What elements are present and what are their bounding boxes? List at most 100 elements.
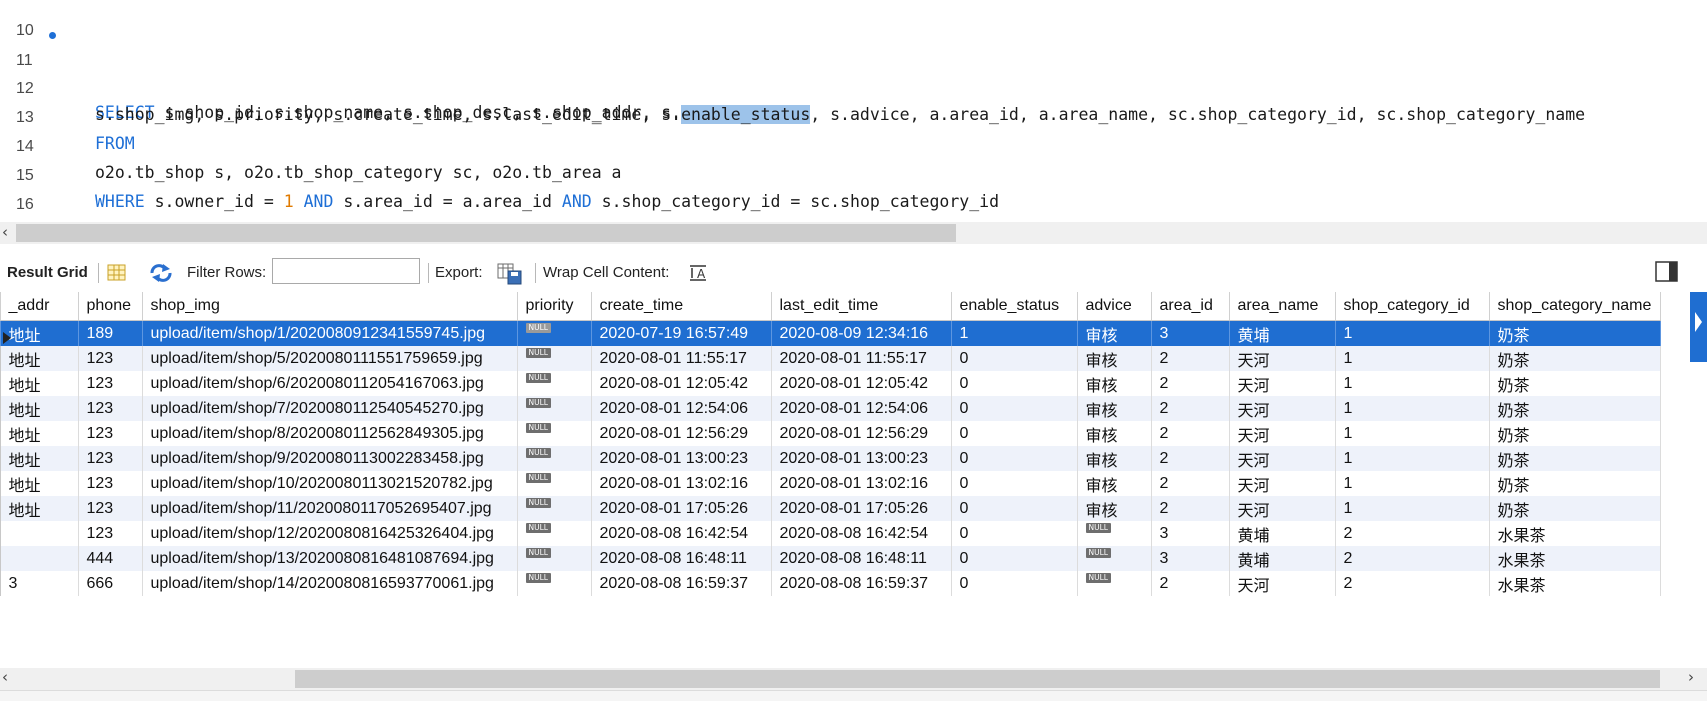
cell-advice[interactable]: 审核 [1077, 371, 1152, 396]
grid-horizontal-scrollbar[interactable]: ‹ › [0, 668, 1707, 690]
cell-shop-img[interactable]: upload/item/shop/8/2020080112562849305.j… [142, 421, 518, 446]
cell-area-name[interactable]: 天河 [1229, 421, 1336, 446]
cell-area-name[interactable]: 天河 [1229, 571, 1336, 596]
column-header--addr[interactable]: _addr [0, 292, 79, 321]
cell-addr[interactable] [0, 521, 79, 546]
cell-advice[interactable]: 审核 [1077, 421, 1152, 446]
cell-last-edit-time[interactable]: 2020-08-01 13:02:16 [771, 471, 952, 496]
cell-priority[interactable]: NULL [517, 521, 592, 546]
cell-addr[interactable]: 地址 [0, 421, 79, 446]
scrollbar-thumb[interactable] [295, 670, 1660, 688]
cell-enable-status[interactable]: 0 [951, 546, 1078, 571]
cell-enable-status[interactable]: 0 [951, 371, 1078, 396]
editor-horizontal-scrollbar[interactable]: ‹ [0, 222, 1707, 244]
column-header-create-time[interactable]: create_time [591, 292, 772, 321]
table-row[interactable]: 地址 123 upload/item/shop/6/2020080112054167… [0, 371, 1661, 396]
column-header-last-edit-time[interactable]: last_edit_time [771, 292, 952, 321]
result-grid[interactable]: _addr phone shop_img priority create_time las… [0, 292, 1690, 668]
cell-area-id[interactable]: 2 [1151, 446, 1230, 471]
cell-shop-category-id[interactable]: 2 [1335, 521, 1490, 546]
cell-area-id[interactable]: 3 [1151, 546, 1230, 571]
scroll-left-icon[interactable]: ‹ [2, 668, 8, 686]
table-row[interactable]: 123 upload/item/shop/12/20200808164253264… [0, 521, 1661, 546]
cell-shop-img[interactable]: upload/item/shop/10/2020080113021520782.… [142, 471, 518, 496]
cell-shop-category-name[interactable]: 奶茶 [1489, 320, 1661, 346]
cell-area-id[interactable]: 3 [1151, 521, 1230, 546]
cell-advice[interactable]: 审核 [1077, 396, 1152, 421]
cell-create-time[interactable]: 2020-08-01 13:00:23 [591, 446, 772, 471]
cell-priority[interactable]: NULL [517, 571, 592, 596]
cell-shop-category-name[interactable]: 奶茶 [1489, 421, 1661, 446]
cell-shop-category-name[interactable]: 奶茶 [1489, 396, 1661, 421]
table-row[interactable]: 地址 123 upload/item/shop/11/202008011705269… [0, 496, 1661, 521]
cell-shop-category-id[interactable]: 2 [1335, 546, 1490, 571]
cell-shop-category-name[interactable]: 奶茶 [1489, 446, 1661, 471]
cell-addr[interactable]: 地址 [0, 396, 79, 421]
cell-priority[interactable]: NULL [517, 446, 592, 471]
toggle-side-panel-icon[interactable] [1655, 261, 1679, 283]
cell-shop-category-name[interactable]: 水果茶 [1489, 521, 1661, 546]
cell-area-name[interactable]: 天河 [1229, 471, 1336, 496]
cell-advice[interactable]: 审核 [1077, 496, 1152, 521]
cell-last-edit-time[interactable]: 2020-08-08 16:42:54 [771, 521, 952, 546]
cell-area-name[interactable]: 黄埔 [1229, 546, 1336, 571]
cell-phone[interactable]: 123 [78, 496, 143, 521]
cell-shop-img[interactable]: upload/item/shop/12/2020080816425326404.… [142, 521, 518, 546]
column-header-shop-img[interactable]: shop_img [142, 292, 518, 321]
cell-phone[interactable]: 123 [78, 446, 143, 471]
cell-create-time[interactable]: 2020-08-08 16:59:37 [591, 571, 772, 596]
cell-shop-category-name[interactable]: 奶茶 [1489, 346, 1661, 371]
cell-addr[interactable]: 3 [0, 571, 79, 596]
cell-addr[interactable]: 地址 [0, 371, 79, 396]
column-header-priority[interactable]: priority [517, 292, 592, 321]
cell-shop-img[interactable]: upload/item/shop/14/2020080816593770061.… [142, 571, 518, 596]
result-grid-label[interactable]: Result Grid [7, 264, 88, 282]
cell-area-name[interactable]: 天河 [1229, 396, 1336, 421]
table-row[interactable]: 地址 123 upload/item/shop/5/2020080111551759… [0, 346, 1661, 371]
cell-addr[interactable]: 地址 [0, 471, 79, 496]
cell-shop-category-id[interactable]: 1 [1335, 471, 1490, 496]
cell-enable-status[interactable]: 0 [951, 521, 1078, 546]
cell-shop-img[interactable]: upload/item/shop/7/2020080112540545270.j… [142, 396, 518, 421]
column-header-area-name[interactable]: area_name [1229, 292, 1336, 321]
cell-shop-category-name[interactable]: 水果茶 [1489, 571, 1661, 596]
cell-create-time[interactable]: 2020-08-08 16:48:11 [591, 546, 772, 571]
cell-phone[interactable]: 444 [78, 546, 143, 571]
sql-editor[interactable]: 10 11 SELECT s.shop_id, s.shop_name, s.s… [0, 0, 1707, 222]
cell-last-edit-time[interactable]: 2020-08-01 12:05:42 [771, 371, 952, 396]
cell-create-time[interactable]: 2020-08-08 16:42:54 [591, 521, 772, 546]
cell-create-time[interactable]: 2020-08-01 17:05:26 [591, 496, 772, 521]
cell-advice[interactable]: 审核 [1077, 320, 1152, 346]
cell-area-id[interactable]: 2 [1151, 421, 1230, 446]
table-row[interactable]: 地址 123 upload/item/shop/7/2020080112540545… [0, 396, 1661, 421]
filter-rows-input[interactable] [272, 258, 420, 284]
cell-create-time[interactable]: 2020-08-01 11:55:17 [591, 346, 772, 371]
cell-priority[interactable]: NULL [517, 496, 592, 521]
cell-create-time[interactable]: 2020-08-01 12:56:29 [591, 421, 772, 446]
cell-enable-status[interactable]: 0 [951, 346, 1078, 371]
cell-area-id[interactable]: 2 [1151, 346, 1230, 371]
cell-enable-status[interactable]: 0 [951, 471, 1078, 496]
cell-enable-status[interactable]: 0 [951, 396, 1078, 421]
cell-create-time[interactable]: 2020-08-01 12:54:06 [591, 396, 772, 421]
cell-priority[interactable]: NULL [517, 471, 592, 496]
cell-advice[interactable]: 审核 [1077, 446, 1152, 471]
cell-shop-category-id[interactable]: 2 [1335, 571, 1490, 596]
cell-shop-img[interactable]: upload/item/shop/13/2020080816481087694.… [142, 546, 518, 571]
cell-shop-img[interactable]: upload/item/shop/9/2020080113002283458.j… [142, 446, 518, 471]
cell-addr[interactable] [0, 546, 79, 571]
cell-create-time[interactable]: 2020-08-01 12:05:42 [591, 371, 772, 396]
table-row[interactable]: 地址 123 upload/item/shop/9/2020080113002283… [0, 446, 1661, 471]
cell-phone[interactable]: 189 [78, 320, 143, 346]
column-header-advice[interactable]: advice [1077, 292, 1152, 321]
cell-area-name[interactable]: 天河 [1229, 346, 1336, 371]
cell-shop-category-id[interactable]: 1 [1335, 396, 1490, 421]
cell-last-edit-time[interactable]: 2020-08-01 17:05:26 [771, 496, 952, 521]
cell-advice[interactable]: NULL [1077, 571, 1152, 596]
cell-create-time[interactable]: 2020-08-01 13:02:16 [591, 471, 772, 496]
cell-area-id[interactable]: 2 [1151, 396, 1230, 421]
table-row[interactable]: 444 upload/item/shop/13/20200808164810876… [0, 546, 1661, 571]
cell-phone[interactable]: 666 [78, 571, 143, 596]
cell-priority[interactable]: NULL [517, 396, 592, 421]
wrap-text-icon[interactable]: A [688, 264, 708, 282]
